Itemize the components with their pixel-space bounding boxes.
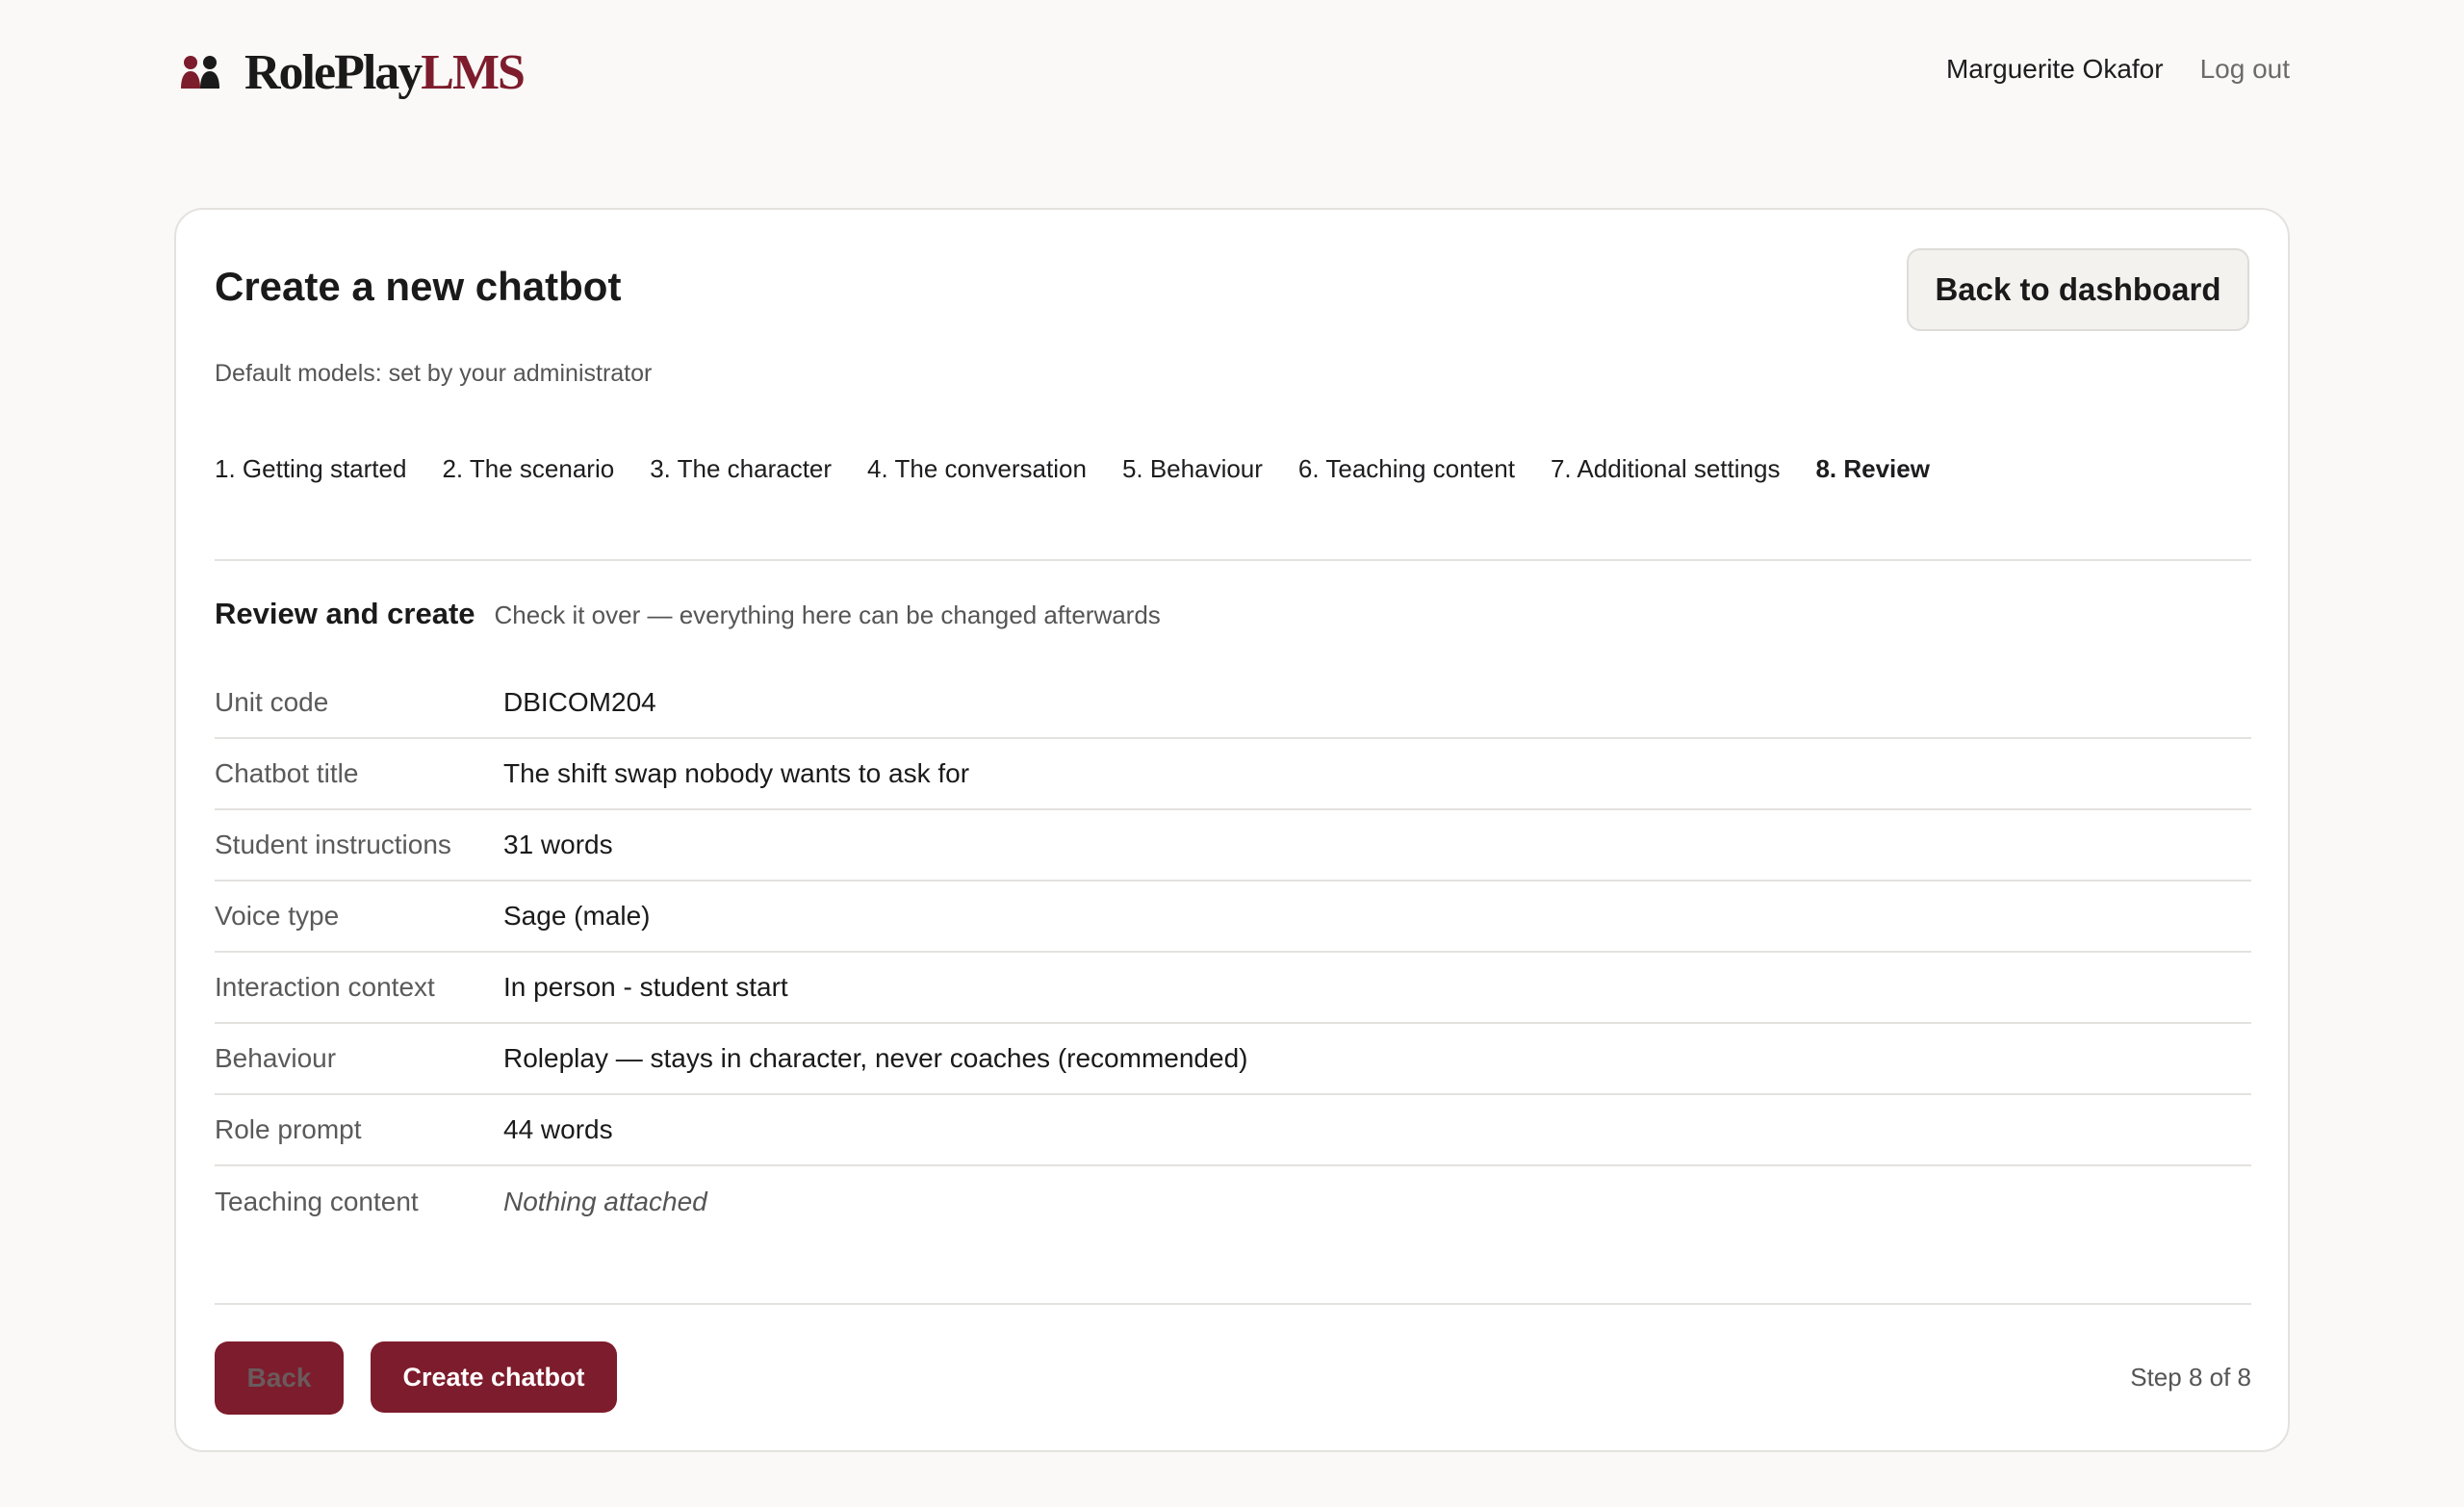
brand-name-part1: RolePlay xyxy=(244,45,423,100)
step-behaviour[interactable]: 5. Behaviour xyxy=(1122,454,1263,484)
divider xyxy=(215,559,2251,561)
top-bar: RolePlayLMS Marguerite Okafor Log out xyxy=(0,0,2464,144)
row-label: Interaction context xyxy=(215,972,435,1002)
row-label: Role prompt xyxy=(215,1114,362,1144)
divider xyxy=(215,1303,2251,1305)
row-value: Sage (male) xyxy=(503,901,651,931)
row-label: Unit code xyxy=(215,687,329,717)
step-character[interactable]: 3. The character xyxy=(650,454,832,484)
step-conversation[interactable]: 4. The conversation xyxy=(867,454,1087,484)
row-value: Nothing attached xyxy=(503,1187,707,1216)
step-teaching-content[interactable]: 6. Teaching content xyxy=(1298,454,1515,484)
wizard-steps: 1. Getting started 2. The scenario 3. Th… xyxy=(215,454,1930,484)
row-value: The shift swap nobody wants to ask for xyxy=(503,758,970,788)
user-area: Marguerite Okafor Log out xyxy=(1946,54,2290,85)
review-row-role-prompt: Role prompt 44 words xyxy=(215,1095,2251,1166)
row-label: Teaching content xyxy=(215,1187,419,1216)
section-subtitle: Check it over — everything here can be c… xyxy=(494,600,1161,629)
wizard-footer: Back Create chatbot Step 8 of 8 xyxy=(215,1341,2251,1417)
row-label: Behaviour xyxy=(215,1043,337,1073)
create-chatbot-button[interactable]: Create chatbot xyxy=(371,1341,617,1413)
row-value: DBICOM204 xyxy=(503,687,656,717)
two-people-icon xyxy=(181,56,219,89)
brand-name: RolePlayLMS xyxy=(244,45,526,100)
row-label: Chatbot title xyxy=(215,758,359,788)
review-row-unit-code: Unit code DBICOM204 xyxy=(215,668,2251,739)
step-review[interactable]: 8. Review xyxy=(1815,454,1930,484)
page-title: Create a new chatbot xyxy=(215,264,622,309)
review-row-teaching-content: Teaching content Nothing attached xyxy=(215,1166,2251,1238)
step-additional-settings[interactable]: 7. Additional settings xyxy=(1551,454,1781,484)
review-section-header: Review and create Check it over — everyt… xyxy=(215,597,1161,631)
brand-name-part2: LMS xyxy=(421,45,526,100)
review-row-chatbot-title: Chatbot title The shift swap nobody want… xyxy=(215,739,2251,810)
back-to-dashboard-button[interactable]: Back to dashboard xyxy=(1907,248,2249,331)
row-value: 31 words xyxy=(503,830,613,859)
step-scenario[interactable]: 2. The scenario xyxy=(442,454,614,484)
logout-link[interactable]: Log out xyxy=(2200,54,2290,85)
user-name: Marguerite Okafor xyxy=(1945,54,2164,84)
review-table: Unit code DBICOM204 Chatbot title The sh… xyxy=(215,668,2251,1238)
step-getting-started[interactable]: 1. Getting started xyxy=(215,454,406,484)
row-value: 44 words xyxy=(503,1114,613,1144)
review-row-student-instructions: Student instructions 31 words xyxy=(215,810,2251,881)
logo[interactable]: RolePlayLMS xyxy=(179,45,526,100)
row-value: In person - student start xyxy=(503,972,788,1002)
create-chatbot-card: Create a new chatbot Back to dashboard D… xyxy=(174,208,2290,1452)
row-label: Student instructions xyxy=(215,830,451,859)
back-button[interactable]: Back xyxy=(215,1341,344,1415)
review-row-voice-type: Voice type Sage (male) xyxy=(215,881,2251,953)
review-row-behaviour: Behaviour Roleplay — stays in character,… xyxy=(215,1024,2251,1095)
step-counter: Step 8 of 8 xyxy=(2130,1363,2251,1392)
row-value: Roleplay — stays in character, never coa… xyxy=(503,1043,1248,1073)
default-models-note: Default models: set by your administrato… xyxy=(215,360,653,387)
row-label: Voice type xyxy=(215,901,340,931)
section-title: Review and create xyxy=(215,597,475,630)
review-row-interaction-context: Interaction context In person - student … xyxy=(215,953,2251,1024)
